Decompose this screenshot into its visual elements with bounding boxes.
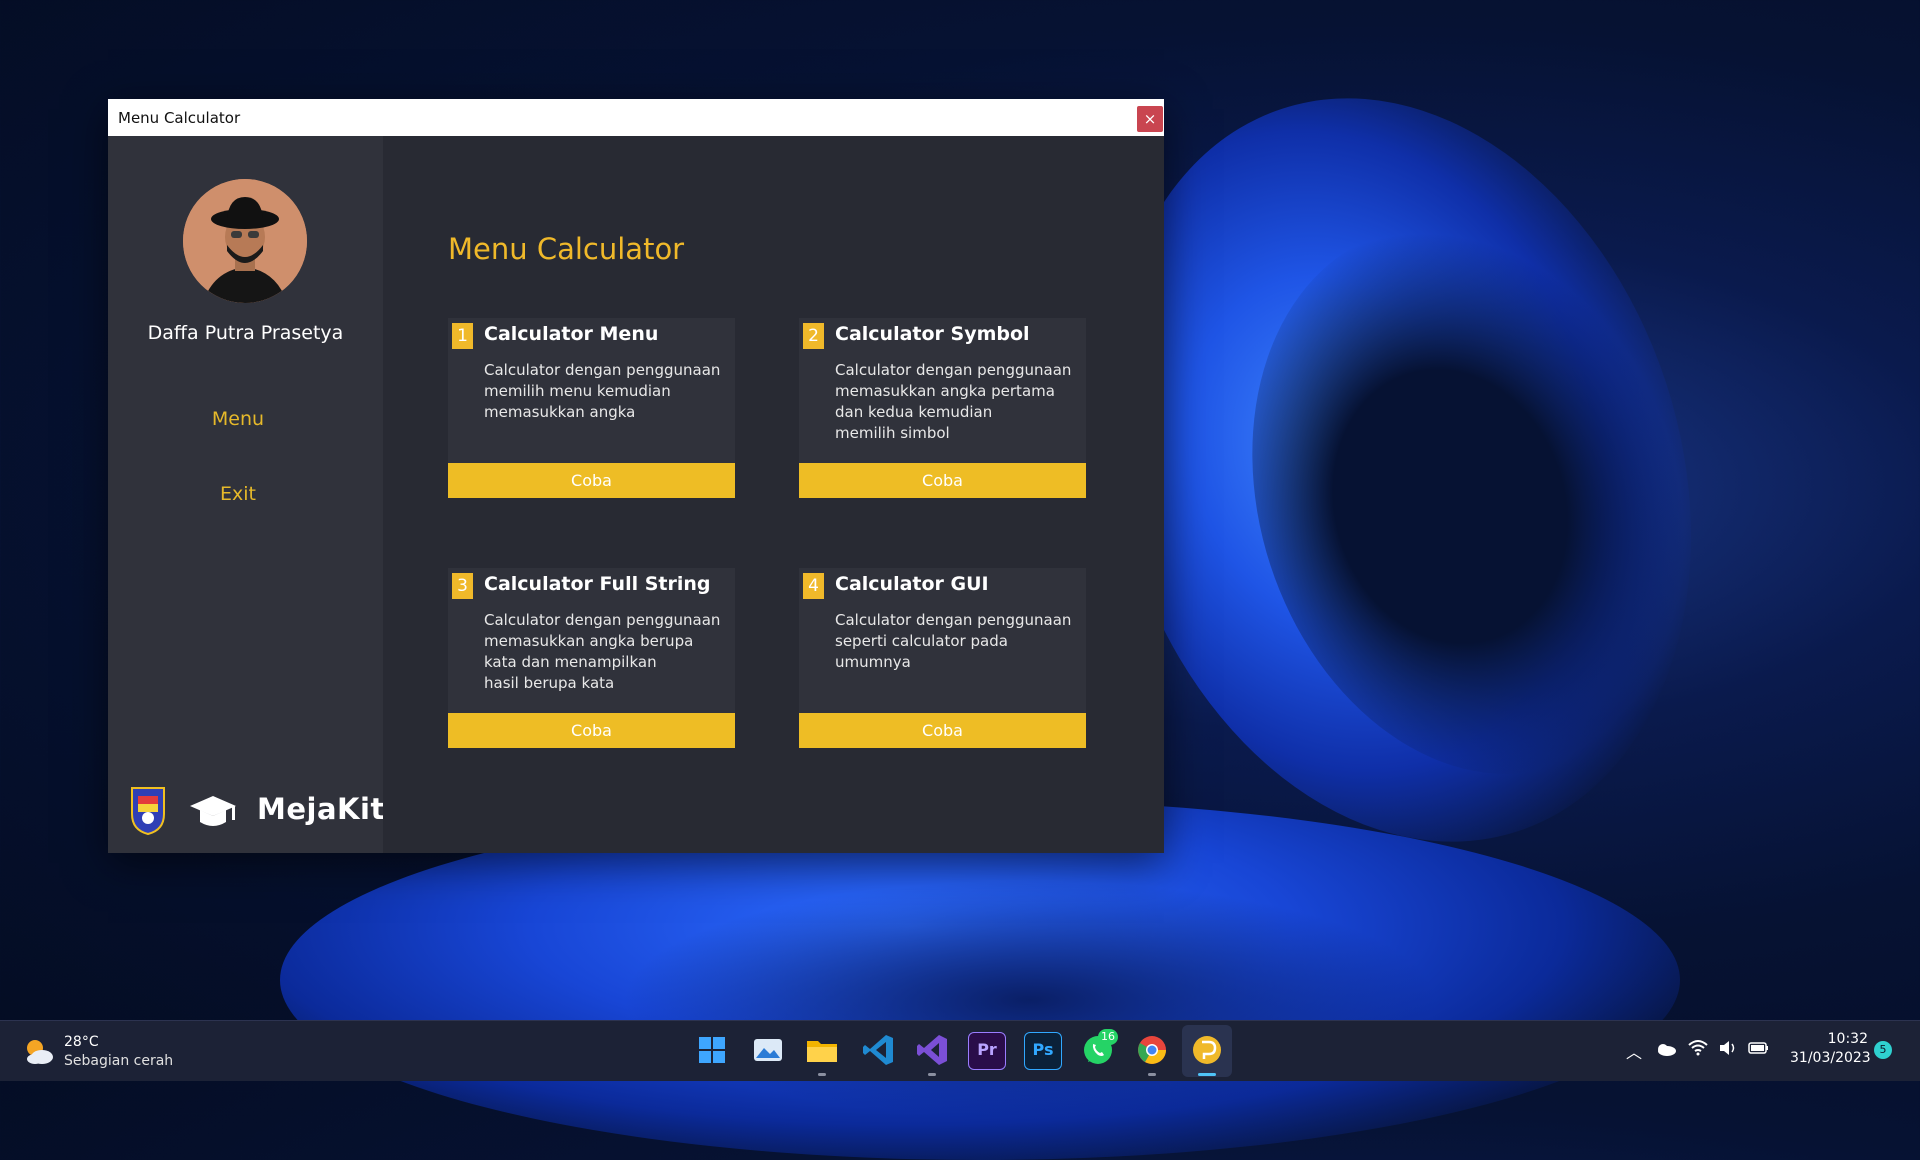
card-description: Calculator dengan penggunaan memilih men… <box>484 361 721 421</box>
coba-button-calculator-menu[interactable]: Coba <box>448 463 735 498</box>
card-title: Calculator Full String <box>484 573 711 595</box>
chevron-up-icon[interactable]: ︿ <box>1626 1039 1642 1063</box>
onedrive-cloud-icon[interactable] <box>1655 1041 1677 1057</box>
graduation-cap-icon <box>190 796 236 826</box>
clock-time[interactable]: 10:32 <box>1820 1031 1868 1047</box>
java-app-icon[interactable] <box>1189 1032 1225 1068</box>
page-title: Menu Calculator <box>448 232 685 266</box>
footer-logos: MejaKita <box>128 784 404 836</box>
running-indicator <box>928 1073 936 1076</box>
partly-sunny-icon <box>27 1040 53 1064</box>
window-title: Menu Calculator <box>118 109 241 127</box>
card-title: Calculator Menu <box>484 323 659 345</box>
title-bar[interactable]: Menu Calculator × <box>108 99 1164 137</box>
chrome-icon[interactable] <box>1134 1032 1170 1068</box>
card-description: Calculator dengan penggunaan seperti cal… <box>835 611 1072 671</box>
card-description: Calculator dengan penggunaan memasukkan … <box>835 361 1072 442</box>
card-title: Calculator GUI <box>835 573 989 595</box>
menu-calculator-window: Menu Calculator × Daffa Putra Prasetya M… <box>108 99 1164 853</box>
sidebar: Daffa Putra Prasetya Menu Exit MejaKita <box>108 136 404 853</box>
coba-button-calculator-gui[interactable]: Coba <box>799 713 1086 748</box>
card-calculator-menu: 1 Calculator Menu Calculator dengan peng… <box>448 318 735 498</box>
volume-icon[interactable] <box>1718 1039 1738 1057</box>
avatar <box>183 179 307 303</box>
card-number: 1 <box>452 323 473 349</box>
whatsapp-badge: 16 <box>1098 1029 1118 1045</box>
vscode-icon[interactable] <box>860 1032 896 1068</box>
main-content: Menu Calculator 1 Calculator Menu Calcul… <box>383 136 1164 853</box>
photos-icon[interactable] <box>750 1032 786 1068</box>
photoshop-icon[interactable]: Ps <box>1024 1032 1062 1070</box>
card-calculator-symbol: 2 Calculator Symbol Calculator dengan pe… <box>799 318 1086 498</box>
file-explorer-icon[interactable] <box>804 1032 840 1068</box>
card-number: 2 <box>803 323 824 349</box>
battery-icon[interactable] <box>1748 1040 1770 1056</box>
notification-badge[interactable]: 5 <box>1874 1041 1892 1059</box>
card-number: 3 <box>452 573 473 599</box>
card-calculator-gui: 4 Calculator GUI Calculator dengan pengg… <box>799 568 1086 748</box>
clock-date[interactable]: 31/03/2023 <box>1790 1050 1871 1066</box>
premiere-pro-icon[interactable]: Pr <box>968 1032 1006 1070</box>
wallpaper-bloom-fold <box>620 880 1440 1120</box>
running-indicator <box>818 1073 826 1076</box>
card-title: Calculator Symbol <box>835 323 1030 345</box>
card-calculator-full-string: 3 Calculator Full String Calculator deng… <box>448 568 735 748</box>
nav-menu[interactable]: Menu <box>108 408 368 430</box>
taskbar: 28°C Sebagian cerah Pr Ps 16 ︿ 10:32 31/… <box>0 1020 1920 1081</box>
weather-description: Sebagian cerah <box>64 1053 174 1069</box>
user-name: Daffa Putra Prasetya <box>147 322 344 344</box>
card-number: 4 <box>803 573 824 599</box>
nav-exit[interactable]: Exit <box>108 483 368 505</box>
coba-button-calculator-symbol[interactable]: Coba <box>799 463 1086 498</box>
coba-button-calculator-full-string[interactable]: Coba <box>448 713 735 748</box>
active-indicator <box>1198 1073 1216 1076</box>
weather-temperature: 28°C <box>64 1034 99 1050</box>
start-icon[interactable] <box>694 1032 730 1068</box>
running-indicator <box>1148 1073 1156 1076</box>
university-crest-icon <box>131 787 165 836</box>
wifi-icon[interactable] <box>1688 1039 1708 1057</box>
visual-studio-icon[interactable] <box>914 1032 950 1068</box>
close-button[interactable]: × <box>1137 106 1163 132</box>
card-description: Calculator dengan penggunaan memasukkan … <box>484 611 721 692</box>
